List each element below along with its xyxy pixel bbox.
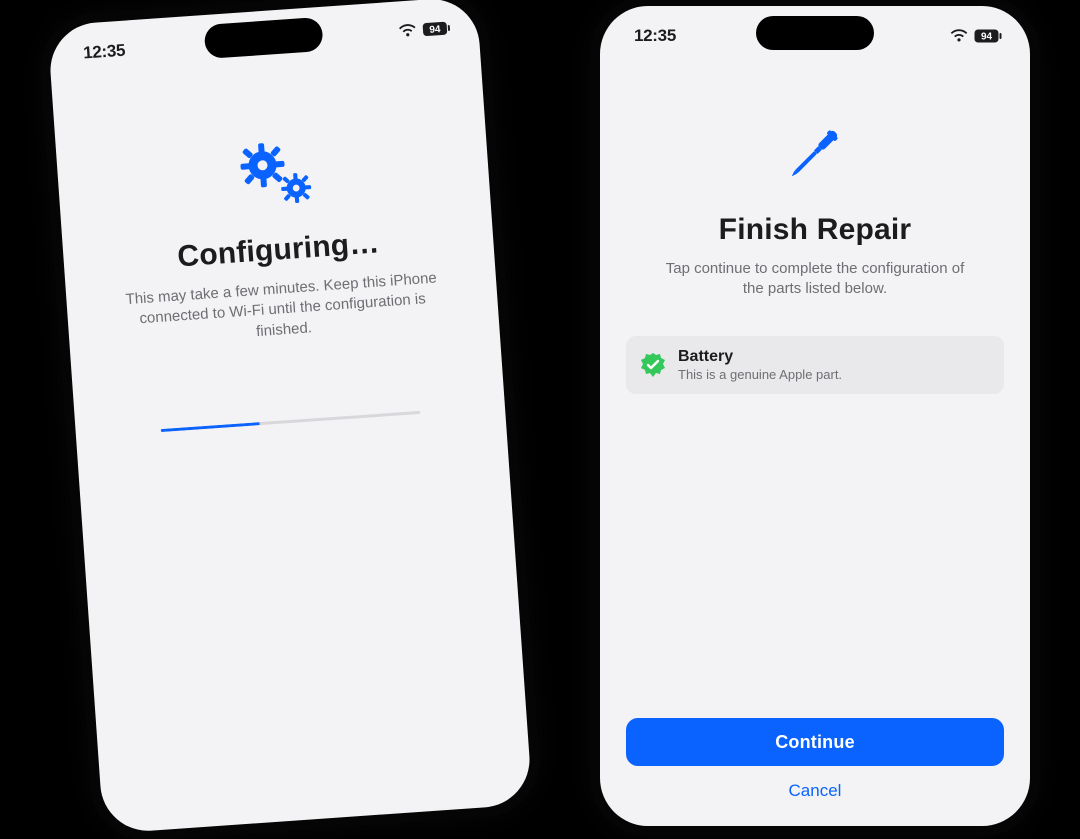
part-name: Battery [678, 348, 842, 366]
status-indicators: 94 [398, 21, 451, 39]
configuring-content: Configuring… This may take a few minutes… [51, 50, 533, 834]
finish-repair-subtitle: Tap continue to complete the configurati… [655, 259, 975, 300]
dynamic-island [204, 17, 324, 59]
battery-icon: 94 [422, 21, 451, 37]
wifi-icon [398, 23, 417, 38]
progress-bar [161, 411, 421, 432]
configuring-title: Configuring… [176, 226, 380, 274]
svg-text:94: 94 [429, 24, 441, 36]
dynamic-island [756, 16, 874, 50]
status-indicators: 94 [950, 29, 1002, 43]
phone-configuring: 12:35 94 [47, 0, 532, 834]
part-detail: This is a genuine Apple part. [678, 367, 842, 382]
configuring-subtitle: This may take a few minutes. Keep this i… [121, 268, 444, 351]
finish-repair-title: Finish Repair [719, 213, 912, 247]
part-card-battery: Battery This is a genuine Apple part. [626, 336, 1004, 394]
progress-fill [161, 422, 260, 432]
phone-finish-repair: 12:35 94 [600, 6, 1030, 826]
battery-icon: 94 [974, 29, 1002, 43]
part-text: Battery This is a genuine Apple part. [678, 348, 842, 382]
continue-button[interactable]: Continue [626, 718, 1004, 766]
finish-repair-content: Finish Repair Tap continue to complete t… [600, 60, 1030, 826]
status-time: 12:35 [634, 26, 676, 46]
wifi-icon [950, 29, 968, 43]
gears-icon [226, 134, 321, 217]
status-bar: 12:35 94 [600, 12, 1030, 60]
screwdriver-icon [780, 118, 850, 193]
verified-checkmark-icon [640, 352, 666, 378]
svg-text:94: 94 [981, 32, 993, 43]
cancel-button[interactable]: Cancel [783, 780, 848, 802]
status-time: 12:35 [83, 41, 126, 64]
